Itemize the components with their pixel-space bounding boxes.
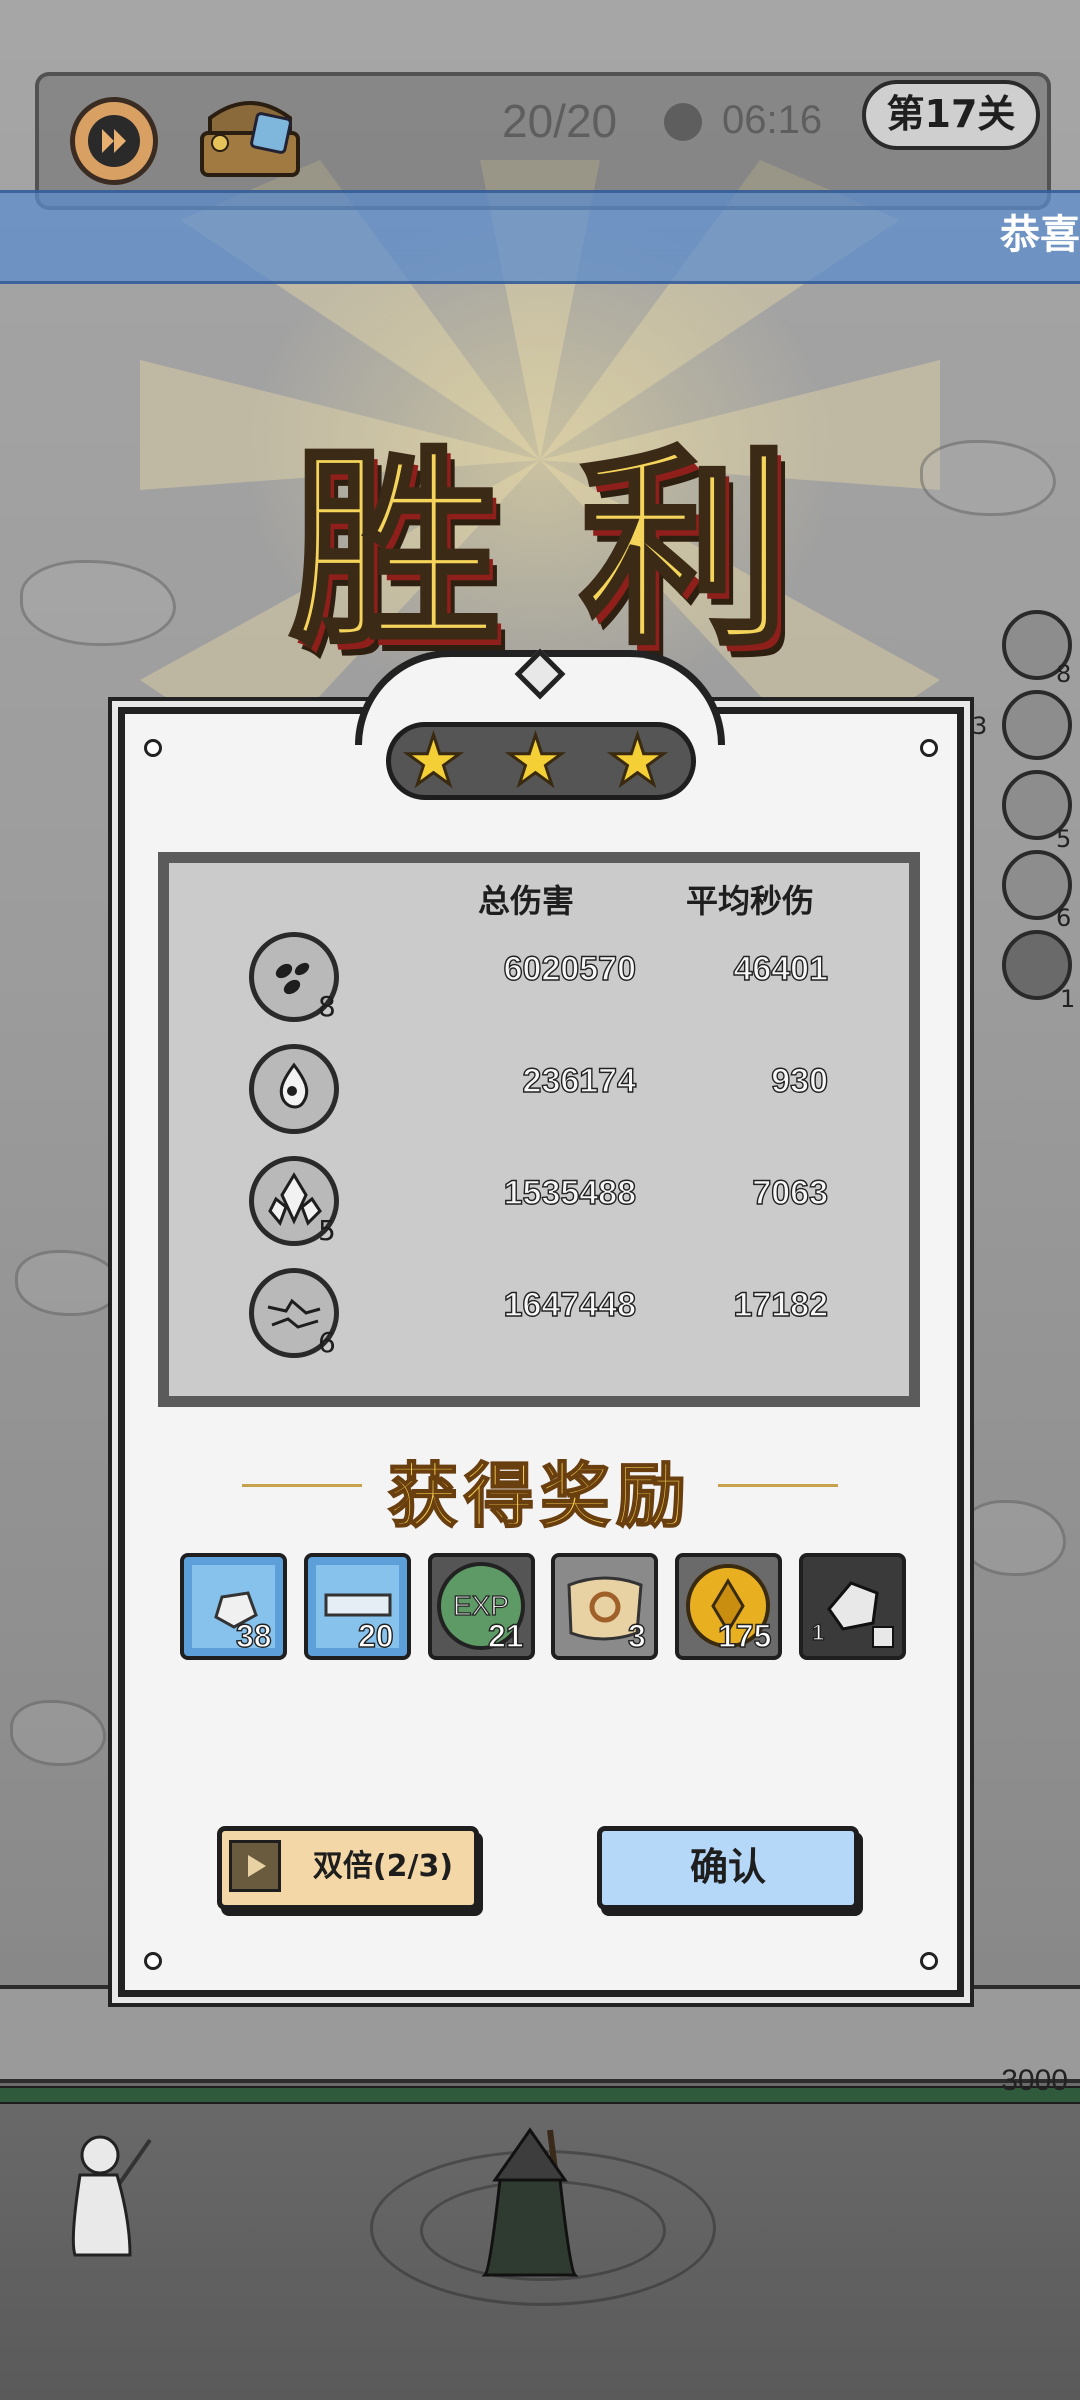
- panel-rivet: [144, 1952, 162, 1970]
- panel-rivet: [920, 739, 938, 757]
- reward-count: 1: [811, 1619, 825, 1645]
- panel-rivet: [144, 739, 162, 757]
- avg-dps-value: 7063: [752, 1173, 829, 1212]
- confirm-button[interactable]: 确认: [597, 1826, 859, 1910]
- wizard-character: [481, 2127, 579, 2277]
- avg-dps-value: 46401: [733, 949, 829, 988]
- total-damage-value: 236174: [522, 1061, 637, 1100]
- fast-forward-button[interactable]: [70, 97, 158, 185]
- confirm-label: 确认: [689, 1845, 766, 1889]
- reward-count: 175: [717, 1617, 772, 1654]
- video-ad-icon: [229, 1840, 281, 1892]
- avg-dps-value: 930: [771, 1061, 829, 1100]
- reward-count: 3: [627, 1617, 646, 1654]
- base-hp-bar: [0, 2086, 1080, 2104]
- congrats-banner: [0, 190, 1080, 284]
- ally-character: [71, 2135, 152, 2257]
- star-icon: ★: [606, 722, 670, 801]
- total-damage-value: 1535488: [503, 1173, 637, 1212]
- star-icon: ★: [504, 722, 568, 801]
- total-damage-value: 1647448: [503, 1285, 637, 1324]
- water-drop-skill-icon: [249, 1044, 339, 1134]
- congrats-banner-text: 恭喜: [1000, 212, 1080, 258]
- defense-wall: [0, 1985, 1080, 2083]
- victory-title: 胜利: [287, 424, 870, 676]
- exp-label: EXP: [453, 1590, 509, 1621]
- clock-icon: [664, 103, 702, 141]
- reward-count: 38: [235, 1617, 272, 1654]
- header-total-damage: 总伤害: [478, 882, 575, 920]
- wave-counter: 20/20: [502, 95, 618, 147]
- side-skill-ice: [1002, 690, 1072, 760]
- panel-rivet: [920, 1952, 938, 1970]
- header-avg-dps: 平均秒伤: [686, 882, 815, 920]
- treasure-chest-icon[interactable]: [190, 88, 310, 183]
- fast-forward-icon: [88, 115, 140, 167]
- reward-count: 21: [487, 1617, 524, 1654]
- avg-dps-value: 17182: [733, 1285, 829, 1324]
- star-icon: ★: [402, 722, 466, 801]
- total-damage-value: 6020570: [503, 949, 637, 988]
- side-skill-count: 5: [1056, 825, 1072, 853]
- level-badge: 第17关: [862, 80, 1040, 150]
- skill-level: 6: [318, 1326, 336, 1359]
- skill-level: 8: [318, 990, 336, 1023]
- side-skill-count: 6: [1056, 904, 1072, 932]
- battle-timer: 06:16: [722, 98, 823, 142]
- side-skill-count: 1: [1060, 985, 1076, 1013]
- side-skill-count: 3: [972, 712, 988, 740]
- skill-level: 5: [318, 1214, 336, 1247]
- reward-count: 20: [357, 1617, 394, 1654]
- rewards-title: 获得奖励: [387, 1453, 692, 1538]
- base-hp-value: 3000: [1001, 2064, 1068, 2097]
